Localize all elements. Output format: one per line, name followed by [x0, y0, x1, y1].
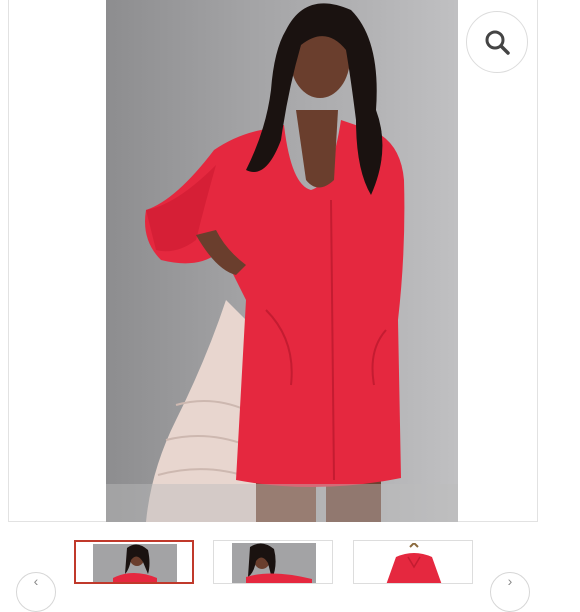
- thumb-model-detail: [232, 543, 316, 583]
- product-image-viewer: [8, 0, 538, 522]
- zoom-button[interactable]: [466, 11, 528, 73]
- product-photo[interactable]: [106, 0, 458, 522]
- search-icon: [485, 30, 510, 55]
- thumb-dress-flat: [372, 543, 456, 583]
- thumbnail-2[interactable]: [213, 540, 333, 584]
- next-image-button[interactable]: ›: [490, 572, 530, 612]
- thumbnail-3[interactable]: [353, 540, 473, 584]
- model-neck: [296, 110, 338, 188]
- chevron-left-icon: ‹: [33, 573, 39, 589]
- thumbnail-strip: [0, 540, 580, 584]
- chevron-right-icon: ›: [507, 573, 513, 589]
- thumbnail-1[interactable]: [74, 540, 194, 584]
- model-illustration: [106, 3, 458, 522]
- thumb-model-front: [93, 544, 177, 582]
- prev-image-button[interactable]: ‹: [16, 572, 56, 612]
